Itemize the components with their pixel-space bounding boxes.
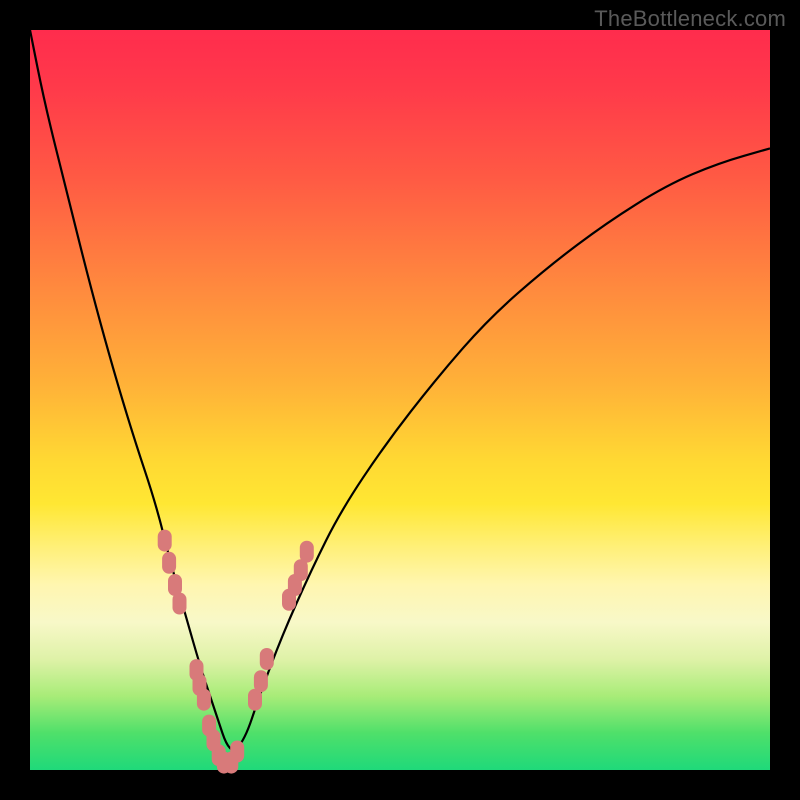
plot-area (30, 30, 770, 770)
marker-point (230, 741, 244, 763)
marker-point (254, 670, 268, 692)
marker-point (158, 530, 172, 552)
chart-frame: TheBottleneck.com (0, 0, 800, 800)
marker-point (197, 689, 211, 711)
watermark-text: TheBottleneck.com (594, 6, 786, 32)
cluster-markers (158, 530, 314, 774)
marker-point (162, 552, 176, 574)
bottleneck-curve (30, 30, 770, 750)
marker-point (300, 541, 314, 563)
marker-point (173, 593, 187, 615)
marker-point (260, 648, 274, 670)
curve-svg (30, 30, 770, 770)
